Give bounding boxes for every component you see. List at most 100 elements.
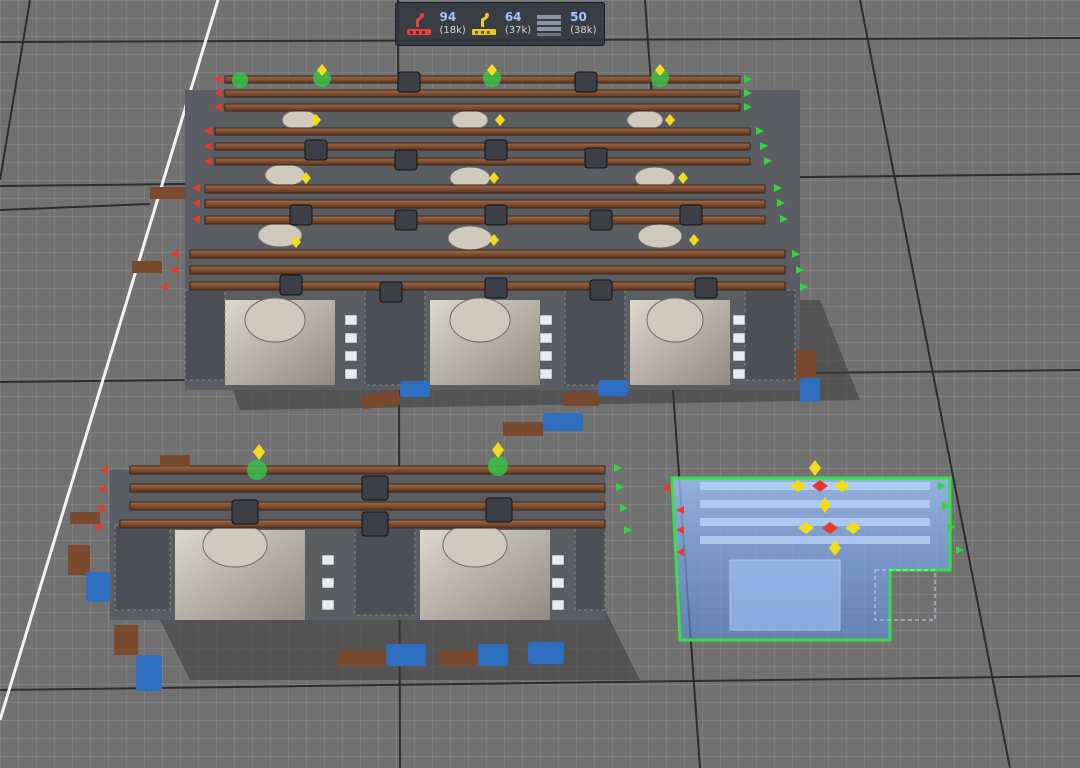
conveyor-belt <box>129 501 606 511</box>
output-crate <box>551 577 565 589</box>
output-crate <box>539 314 553 326</box>
assembler-head <box>231 499 259 525</box>
conveyor-count: 50 <box>570 10 587 24</box>
ghost-belt <box>700 518 930 526</box>
truck-trailer <box>796 350 816 380</box>
output-crate <box>539 350 553 362</box>
truck-cab <box>543 413 583 431</box>
conveyor-belt <box>189 249 786 259</box>
truck-trailer <box>70 512 100 524</box>
yellow-assembler-total: (37k) <box>504 25 532 36</box>
machine-tank <box>202 522 268 568</box>
assembler-head <box>589 279 613 301</box>
machine-dome <box>637 223 683 249</box>
machine-row-lower <box>184 289 796 386</box>
truck-trailer <box>68 545 90 575</box>
assembler-head <box>304 139 328 161</box>
assembler-head <box>394 209 418 231</box>
ghost-belt <box>700 536 930 544</box>
output-crate <box>551 554 565 566</box>
truck-trailer <box>440 650 480 666</box>
output-crate <box>321 599 335 611</box>
machine-dome <box>451 109 489 131</box>
assembler-head <box>484 204 508 226</box>
machine-dome <box>626 109 664 131</box>
conveyor-belt <box>224 89 741 98</box>
scaffold-tower <box>114 524 171 611</box>
machine-dome <box>264 163 306 187</box>
assembler-head <box>574 71 598 93</box>
yellow-assembler-counter[interactable]: 64 (37k) <box>469 9 531 39</box>
assembler-head <box>679 204 703 226</box>
output-crate <box>551 599 565 611</box>
selected-assembler-glow <box>488 456 508 476</box>
red-assembler-icon <box>406 13 431 35</box>
conveyor-counter[interactable]: 50 (38k) <box>534 9 596 39</box>
selected-assembler-glow <box>232 72 248 88</box>
assembler-head <box>379 281 403 303</box>
truck-trailer <box>132 261 162 273</box>
truck-cab <box>386 644 426 666</box>
conveyor-belt <box>214 142 751 151</box>
scaffold-tower <box>364 289 426 386</box>
resource-counter-panel: 94 (18k) 64 (37k) 50 (38k) <box>395 2 605 46</box>
machine-dome <box>447 225 493 251</box>
machine-tank <box>449 297 511 343</box>
yellow-assembler-icon <box>471 13 496 35</box>
truck-cab <box>598 380 628 396</box>
conveyor-belt <box>214 157 751 166</box>
assembler-head <box>361 511 389 537</box>
assembler-head <box>484 139 508 161</box>
scaffold-tower <box>564 289 626 386</box>
truck-trailer <box>114 625 138 655</box>
truck-cab <box>800 378 820 402</box>
conveyor-belt <box>129 465 606 475</box>
output-crate <box>344 350 358 362</box>
red-assembler-count: 94 <box>439 10 457 24</box>
truck-cab <box>528 642 564 664</box>
conveyor-stack-icon <box>537 15 562 36</box>
output-crate <box>321 577 335 589</box>
truck-cab <box>86 572 110 602</box>
output-crate <box>344 332 358 344</box>
truck-trailer <box>160 455 190 467</box>
scaffold-tower <box>744 289 796 381</box>
assembler-head <box>289 204 313 226</box>
factory-block-top[interactable] <box>160 64 860 410</box>
truck-cab <box>478 644 508 666</box>
assembler-head <box>485 497 513 523</box>
scaffold-tower <box>574 519 606 611</box>
truck-trailer <box>563 392 599 406</box>
factory-scene[interactable] <box>0 0 1080 768</box>
selected-assembler-glow <box>247 460 267 480</box>
machine-tank <box>442 522 508 568</box>
assembler-head <box>397 71 421 93</box>
conveyor-belt <box>224 103 741 112</box>
conveyor-total: (38k) <box>570 25 597 36</box>
red-assembler-counter[interactable]: 94 (18k) <box>404 9 466 39</box>
assembler-head <box>394 149 418 171</box>
ghost-machine <box>729 559 841 631</box>
assembler-head <box>584 147 608 169</box>
conveyor-belt <box>204 184 766 194</box>
ghost-belt <box>700 500 930 508</box>
truck-trailer <box>503 422 543 436</box>
conveyor-belt <box>214 127 751 136</box>
assembler-head <box>279 274 303 296</box>
machine-tank <box>244 297 306 343</box>
yellow-assembler-count: 64 <box>504 10 522 24</box>
output-crate <box>732 350 746 362</box>
output-crate <box>539 332 553 344</box>
output-crate <box>321 554 335 566</box>
assembler-head <box>694 277 718 299</box>
truck-trailer <box>338 650 388 666</box>
output-crate <box>539 368 553 380</box>
assembler-head <box>484 277 508 299</box>
red-assembler-total: (18k) <box>439 25 466 36</box>
truck-cab <box>400 381 430 397</box>
conveyor-belt <box>189 265 786 275</box>
machine-tank <box>646 297 704 343</box>
output-crate <box>732 332 746 344</box>
game-viewport[interactable]: 94 (18k) 64 (37k) 50 (38k) <box>0 0 1080 768</box>
output-crate <box>732 314 746 326</box>
